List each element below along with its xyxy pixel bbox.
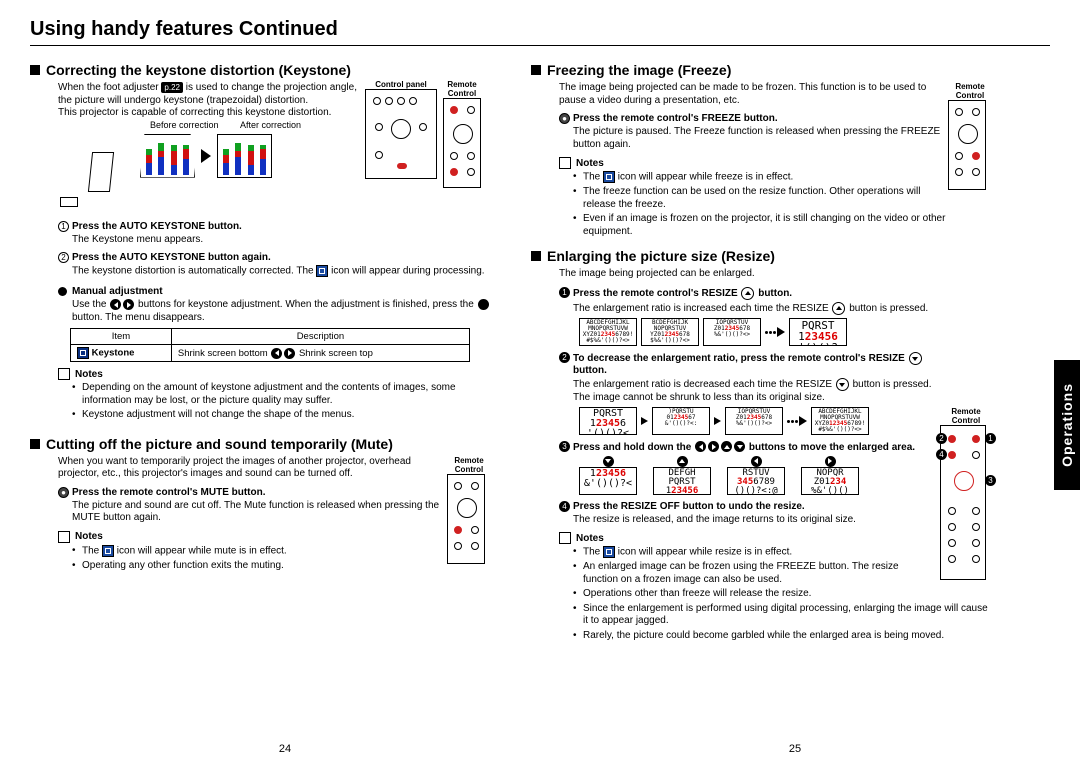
keystone-step-2: 2 Press the AUTO KEYSTONE button again. xyxy=(58,252,491,263)
resize-shrink-illustration: PQRST123456'()()?< )PQRSTU01234567&'()()… xyxy=(579,407,934,435)
mute-notes-head: Notes xyxy=(58,531,441,543)
resize-notes-head: Notes xyxy=(559,532,934,544)
right-button-icon xyxy=(825,456,836,467)
page-ref-badge: p.22 xyxy=(161,82,183,93)
resize-notes: The icon will appear while resize is in … xyxy=(573,546,992,642)
left-button-icon xyxy=(695,441,706,452)
keystone-notes-head: Notes xyxy=(58,368,491,380)
up-button-icon xyxy=(721,441,732,452)
resize-step-3: 3 Press and hold down the buttons to mov… xyxy=(559,441,934,452)
remote-label-3: Remote Control xyxy=(948,82,992,100)
resize-up-icon xyxy=(832,302,845,315)
resize-status-icon xyxy=(603,546,615,558)
remote-label-1: Remote Control xyxy=(443,80,481,98)
left-button-icon xyxy=(271,348,282,359)
arrow-right-icon xyxy=(201,149,211,163)
freeze-intro: The image being projected can be made to… xyxy=(559,82,939,107)
freeze-notes-head: Notes xyxy=(559,157,942,169)
left-button-icon xyxy=(110,299,121,310)
keystone-intro: When the foot adjuster p.22 is used to c… xyxy=(58,82,358,120)
keystone-status-icon xyxy=(316,265,328,277)
freeze-status-icon xyxy=(603,171,615,183)
resize-step-1: 1 Press the remote control's RESIZE butt… xyxy=(559,287,934,300)
resize-move-illustration: 123456&'()()?< DEFGHPQRST123456 RSTUV345… xyxy=(579,456,934,495)
down-button-icon xyxy=(603,456,614,467)
down-button-icon xyxy=(734,441,745,452)
freeze-heading: Freezing the image (Freeze) xyxy=(531,62,992,78)
resize-heading: Enlarging the picture size (Resize) xyxy=(531,248,992,264)
freeze-notes: The icon will appear while freeze is in … xyxy=(573,171,992,238)
up-button-icon xyxy=(677,456,688,467)
keystone-heading: Correcting the keystone distortion (Keys… xyxy=(30,62,491,78)
enter-button-icon xyxy=(478,299,489,310)
mute-status-icon xyxy=(102,545,114,557)
left-button-icon xyxy=(751,456,762,467)
resize-step-2: 2 To decrease the enlargement ratio, pre… xyxy=(559,352,934,376)
mute-notes: The icon will appear while mute is in ef… xyxy=(72,545,491,573)
remote-label-2: Remote Control xyxy=(447,456,491,474)
control-panel-label: Control panel xyxy=(365,80,437,89)
resize-enlarge-illustration: ABCDEFGHIJKLMNOPQRSTUVWXYZ0123456789!#$%… xyxy=(579,318,934,346)
remote-label-4: Remote Control xyxy=(940,407,992,425)
resize-step-4: 4 Press the RESIZE OFF button to undo th… xyxy=(559,501,934,512)
keystone-notes: Depending on the amount of keystone adju… xyxy=(72,382,491,422)
operations-tab: Operations xyxy=(1054,360,1080,490)
keystone-item-icon xyxy=(77,347,89,359)
right-button-icon xyxy=(123,299,134,310)
resize-intro: The image being projected can be enlarge… xyxy=(559,268,992,281)
page-numbers: 24 25 xyxy=(30,743,1050,755)
resize-down-icon xyxy=(836,378,849,391)
freeze-step-1: ● Press the remote control's FREEZE butt… xyxy=(559,113,942,124)
manual-adjustment-head: Manual adjustment xyxy=(58,286,491,297)
mute-intro: When you want to temporarily project the… xyxy=(58,456,448,481)
resize-up-icon xyxy=(741,287,754,300)
page-title: Using handy features Continued xyxy=(30,18,1050,46)
mute-step-1: ● Press the remote control's MUTE button… xyxy=(58,487,441,498)
keystone-step-1: 1 Press the AUTO KEYSTONE button. xyxy=(58,221,491,232)
resize-down-icon xyxy=(909,352,922,365)
right-button-icon xyxy=(708,441,719,452)
mute-heading: Cutting off the picture and sound tempor… xyxy=(30,436,491,452)
right-button-icon xyxy=(284,348,295,359)
keystone-correction-illustration: Before correction After correction xyxy=(60,120,491,215)
keystone-table: ItemDescription Keystone Shrink screen b… xyxy=(70,328,470,362)
